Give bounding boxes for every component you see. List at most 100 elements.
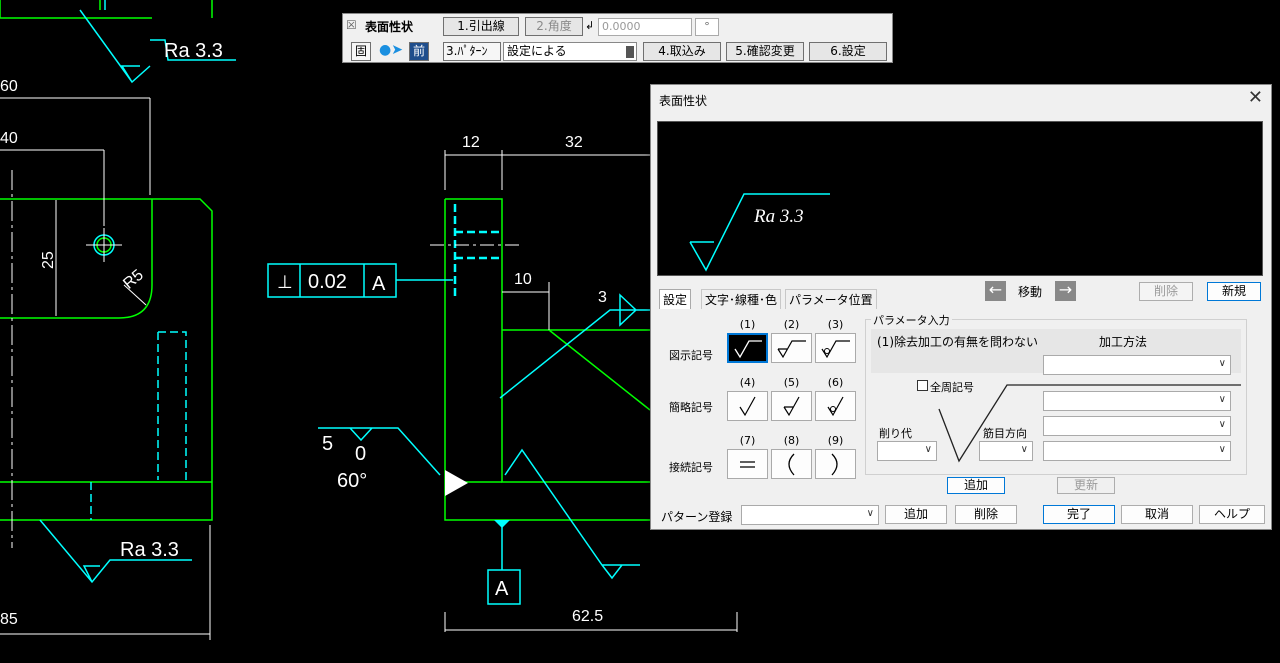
row-label-simplified: 簡略記号 [669,401,713,414]
toolbar-close-icon[interactable]: ☒ [346,17,360,33]
dim-85: 85 [0,611,18,628]
fix-button[interactable]: 固 [351,42,371,61]
dim-10: 10 [514,271,532,288]
dim-62-5: 62.5 [572,608,603,625]
part-outline-left [0,198,213,521]
parameter-select-2[interactable]: ∨ [1043,416,1231,436]
allowance-select[interactable]: ∨ [877,441,937,461]
tab-parameter-position[interactable]: パラメータ位置 [785,289,877,309]
parameter-group-title: パラメータ入力 [871,312,952,328]
prev-button[interactable]: 前 [409,42,429,61]
symbol-number: (9) [827,434,844,447]
chevron-down-icon: ∨ [1218,394,1226,405]
pattern-delete-button[interactable]: 削除 [955,505,1017,524]
help-button[interactable]: ヘルプ [1199,505,1265,524]
dropdown-icon [626,46,634,58]
weld-angle: 60° [337,470,367,492]
tab-settings[interactable]: 設定 [659,289,692,309]
update-button[interactable]: 更新 [1057,477,1115,494]
new-button[interactable]: 新規 [1207,282,1261,301]
symbol-number: (8) [783,434,800,447]
machining-method-label: 加工方法 [1099,335,1148,349]
symbol-6-button[interactable] [815,391,856,421]
roughness-label-top: Ra 3.3 [164,40,223,62]
symbol-number: (3) [827,318,844,331]
dialog-title: 表面性状 [659,94,708,108]
angle-button[interactable]: 2.角度 [525,17,583,36]
symbol-8-button[interactable] [771,449,812,479]
pattern-register-label: パターン登録 [661,510,733,524]
row-label-connection: 接続記号 [669,461,713,474]
done-button[interactable]: 完了 [1043,505,1115,524]
move-left-icon[interactable]: ← [985,281,1006,301]
tolerance-datum: A [372,273,386,295]
dim-60: 60 [0,78,18,95]
add-parameter-button[interactable]: 追加 [947,477,1005,494]
confirm-change-button[interactable]: 5.確認変更 [726,42,804,61]
preview-roughness-text: Ra 3.3 [753,206,804,227]
tolerance-value: 0.02 [308,271,347,293]
symbol-1-button[interactable] [727,333,768,363]
perpendicularity-symbol: ⊥ [277,272,293,292]
symbol-5-button[interactable] [771,391,812,421]
all-around-checkbox[interactable] [917,380,928,391]
roughness-label-bottom: Ra 3.3 [120,539,179,561]
symbol-3-button[interactable] [815,333,856,363]
symbol-number: (1) [739,318,756,331]
weld-gap: 0 [355,443,366,465]
datum-label: A [495,578,509,600]
symbol-number: (2) [783,318,800,331]
allowance-label: 削り代 [879,427,912,440]
chevron-down-icon: ∨ [866,508,874,519]
parameter-caption: (1)除去加工の有無を問わない [877,335,1038,349]
dim-25: 25 [40,251,57,269]
symbol-4-button[interactable] [727,391,768,421]
parameter-select-1[interactable]: ∨ [1043,391,1231,411]
settings-button[interactable]: 6.設定 [809,42,887,61]
symbol-preview: Ra 3.3 [657,121,1263,276]
dim-12: 12 [462,134,480,151]
arrow-icon[interactable]: ●➤ [379,42,403,58]
move-label: 移動 [1018,285,1043,299]
pattern-register-select[interactable]: ∨ [741,505,879,525]
delete-button[interactable]: 削除 [1139,282,1193,301]
dim-r5: R5 [120,267,147,293]
move-right-icon[interactable]: → [1055,281,1076,301]
chevron-down-icon: ∨ [1218,358,1226,369]
toolbar-title: 表面性状 [365,20,414,34]
tab-text-line-color[interactable]: 文字･線種･色 [701,289,782,309]
row-label-graphic: 図示記号 [669,349,713,362]
pattern-select[interactable]: 設定による [503,42,637,61]
symbol-2-button[interactable] [771,333,812,363]
symbol-number: (5) [783,376,800,389]
weld-size: 5 [322,433,333,455]
symbol-number: (7) [739,434,756,447]
dim-32: 32 [565,134,583,151]
machining-method-select[interactable]: ∨ [1043,355,1231,375]
symbol-number: (4) [739,376,756,389]
chevron-down-icon: ∨ [924,444,932,455]
surface-texture-dialog: 表面性状 ✕ Ra 3.3 ← 移動 → 削除 新規 設定 文字･線種･色 パラ… [650,84,1272,530]
symbol-9-button[interactable] [815,449,856,479]
angle-unit: ° [695,18,719,36]
surface-texture-toolbar: ☒ 表面性状 1.引出線 2.角度 ↲ 0.0000 ° 固 ●➤ 前 3.ﾊﾟ… [342,13,893,63]
dim-3: 3 [598,289,607,306]
parameter-select-3[interactable]: ∨ [1043,441,1231,461]
dim-40: 40 [0,130,18,147]
close-icon[interactable]: ✕ [1248,88,1263,108]
leader-button[interactable]: 1.引出線 [443,17,519,36]
lay-direction-select[interactable]: ∨ [979,441,1033,461]
import-button[interactable]: 4.取込み [643,42,721,61]
symbol-7-button[interactable] [727,449,768,479]
lay-direction-label: 筋目方向 [983,427,1027,440]
chevron-down-icon: ∨ [1020,444,1028,455]
enter-icon: ↲ [585,19,595,32]
pattern-select-value: 設定による [507,44,567,58]
symbol-number: (6) [827,376,844,389]
pattern-button[interactable]: 3.ﾊﾟﾀｰﾝ [443,42,501,61]
chevron-down-icon: ∨ [1218,444,1226,455]
pattern-add-button[interactable]: 追加 [885,505,947,524]
angle-input[interactable]: 0.0000 [598,18,692,36]
chevron-down-icon: ∨ [1218,419,1226,430]
cancel-button[interactable]: 取消 [1121,505,1193,524]
